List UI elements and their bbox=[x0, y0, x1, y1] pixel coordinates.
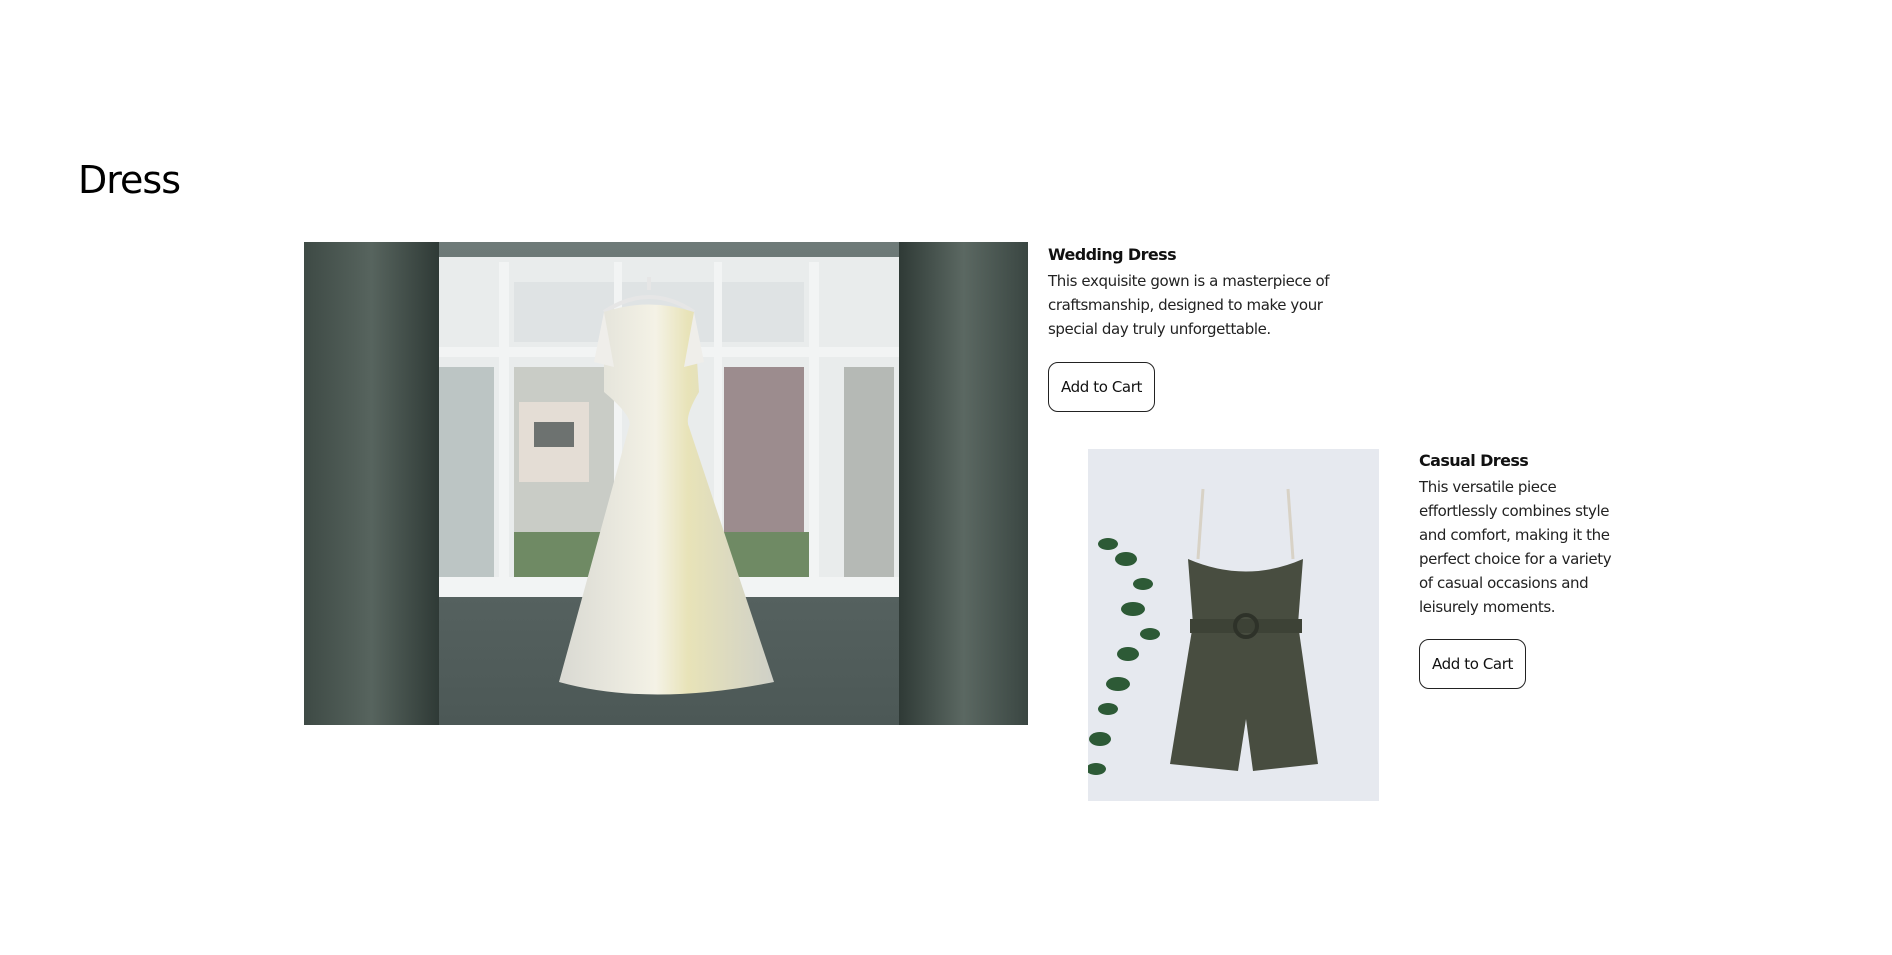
add-to-cart-button[interactable]: Add to Cart bbox=[1419, 639, 1526, 689]
wedding-dress-photo bbox=[304, 242, 1028, 725]
casual-dress-image[interactable] bbox=[1088, 449, 1379, 801]
add-to-cart-button[interactable]: Add to Cart bbox=[1048, 362, 1155, 412]
product-name: Wedding Dress bbox=[1048, 245, 1177, 264]
casual-dress-photo bbox=[1088, 449, 1379, 801]
wedding-dress-image[interactable] bbox=[304, 242, 1028, 725]
product-description: This exquisite gown is a masterpiece of … bbox=[1048, 272, 1330, 338]
casual-dress-info: Casual Dress This versatile piece effort… bbox=[1419, 450, 1629, 689]
product-description: This versatile piece effortlessly combin… bbox=[1419, 478, 1612, 616]
product-name: Casual Dress bbox=[1419, 451, 1529, 470]
page-title: Dress bbox=[78, 158, 181, 202]
wedding-dress-info: Wedding Dress This exquisite gown is a m… bbox=[1048, 244, 1348, 412]
page: Dress Wedding Dress This exquisite gown … bbox=[0, 0, 1892, 955]
